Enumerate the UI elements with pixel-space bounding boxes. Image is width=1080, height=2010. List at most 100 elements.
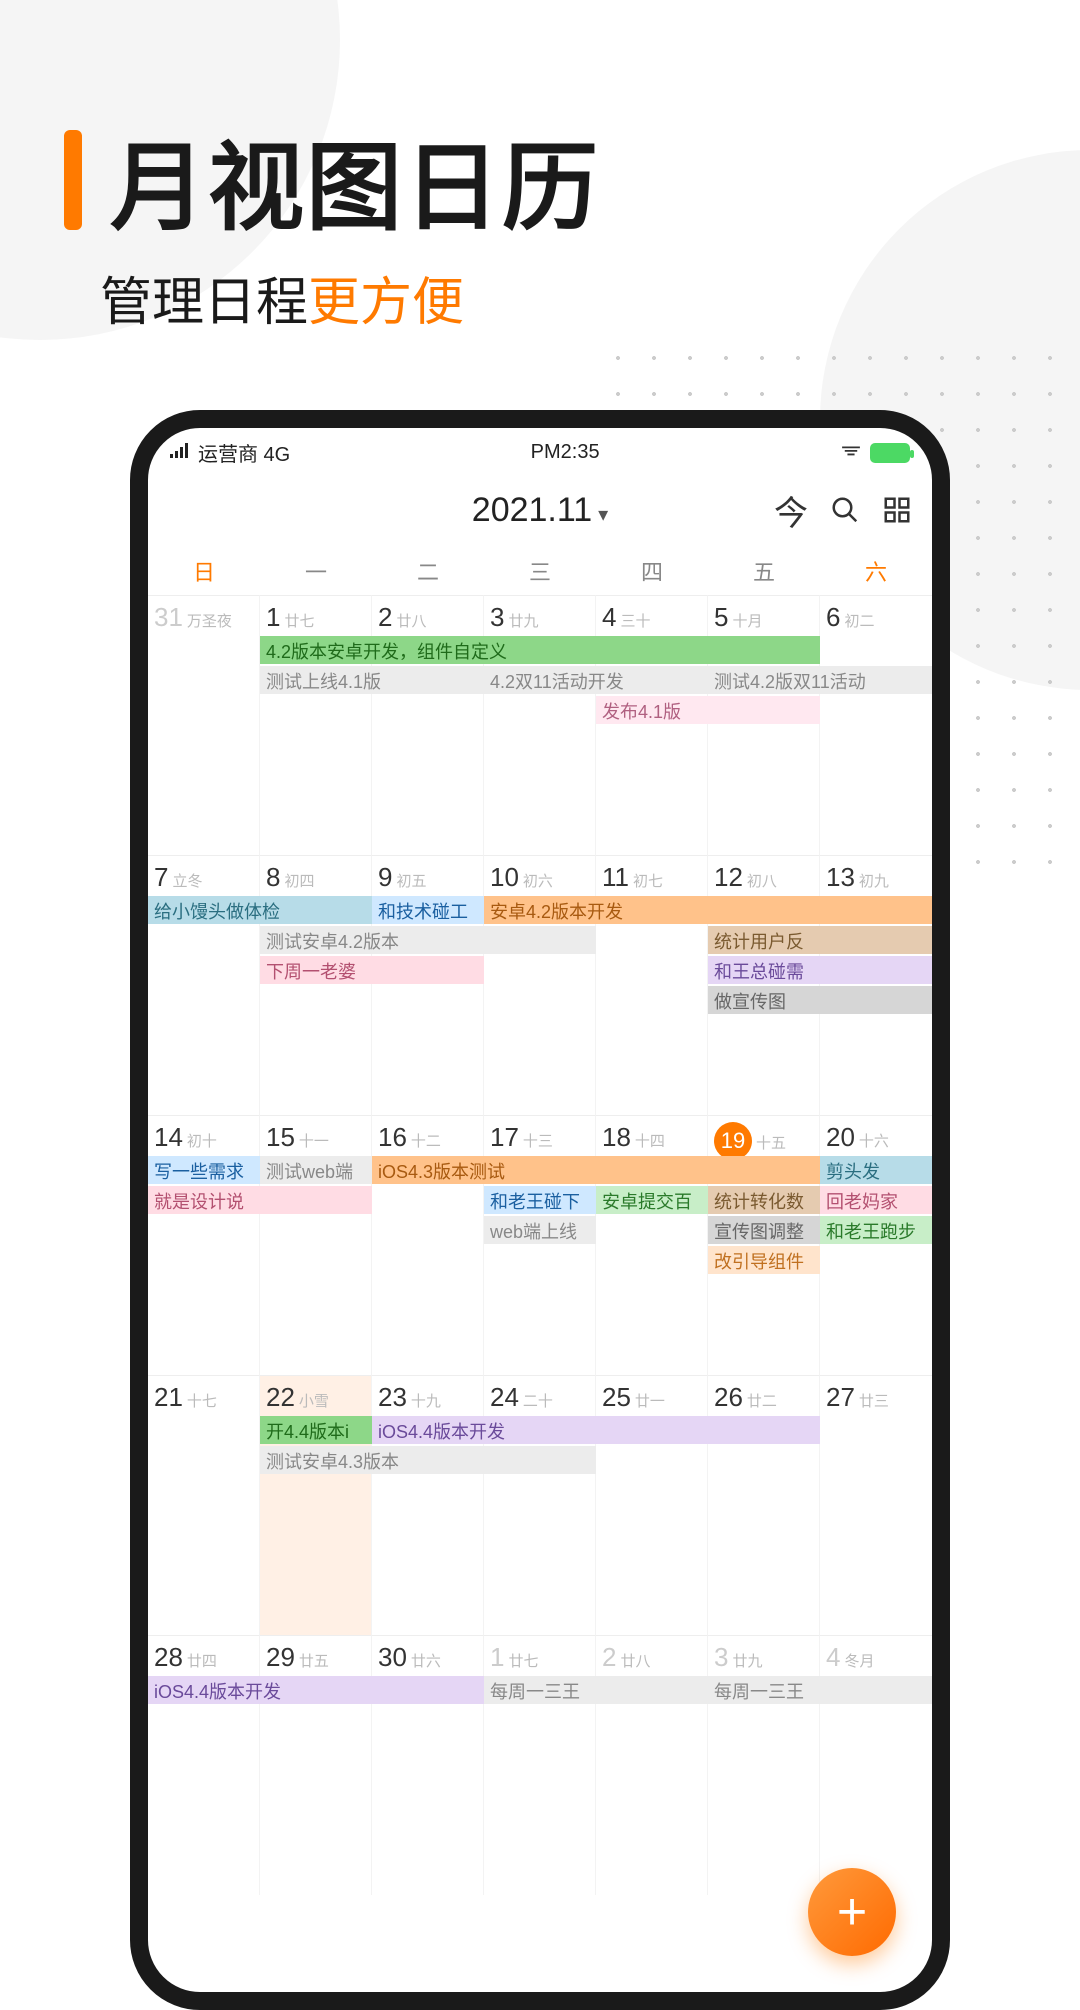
day-cell[interactable]: 13初九	[820, 855, 932, 1115]
day-cell[interactable]: 1廿七每周一三王	[484, 1635, 596, 1895]
lunar-label: 二十	[523, 1390, 553, 1411]
calendar-event[interactable]: 宣传图调整	[708, 1216, 820, 1244]
day-cell[interactable]: 26廿二	[708, 1375, 820, 1635]
weekday-label: 六	[820, 555, 932, 587]
accent-bar	[64, 130, 82, 230]
day-cell[interactable]: 5十月测试4.2版双11活动	[708, 595, 820, 855]
lunar-label: 廿八	[396, 610, 426, 631]
calendar-event[interactable]: 和老王跑步	[820, 1216, 932, 1244]
calendar-event[interactable]: 测试上线4.1版	[260, 666, 484, 694]
calendar-event[interactable]: 测试web端	[260, 1156, 372, 1184]
day-cell[interactable]: 23十九iOS4.4版本开发	[372, 1375, 484, 1635]
calendar-event[interactable]: 统计用户反	[708, 926, 932, 954]
day-cell[interactable]: 24二十	[484, 1375, 596, 1635]
calendar-event[interactable]: 和王总碰需	[708, 956, 932, 984]
day-cell[interactable]: 29廿五	[260, 1635, 372, 1895]
calendar-event[interactable]: 发布4.1版	[596, 696, 820, 724]
calendar-event[interactable]: 4.2版本安卓开发，组件自定义	[260, 636, 820, 664]
day-number: 3	[490, 602, 504, 633]
calendar-event[interactable]: 安卓提交百	[596, 1186, 708, 1214]
day-cell[interactable]: 31万圣夜	[148, 595, 260, 855]
calendar-event[interactable]: 下周一老婆	[260, 956, 484, 984]
day-cell[interactable]: 12初八统计用户反和王总碰需做宣传图	[708, 855, 820, 1115]
calendar-event[interactable]: 每周一三王	[708, 1676, 932, 1704]
calendar-event[interactable]: 和老王碰下	[484, 1186, 596, 1214]
day-cell[interactable]: 21十七	[148, 1375, 260, 1635]
day-cell[interactable]: 19十五统计转化数宣传图调整改引导组件	[708, 1115, 820, 1375]
day-cell[interactable]: 3廿九4.2双11活动开发	[484, 595, 596, 855]
day-cell[interactable]: 10初六安卓4.2版本开发	[484, 855, 596, 1115]
day-cell[interactable]: 7立冬给小馒头做体检	[148, 855, 260, 1115]
calendar-event[interactable]: 安卓4.2版本开发	[484, 896, 932, 924]
day-number: 7	[154, 862, 168, 893]
day-cell[interactable]: 4三十发布4.1版	[596, 595, 708, 855]
calendar-event[interactable]: iOS4.3版本测试	[372, 1156, 820, 1184]
day-cell[interactable]: 11初七	[596, 855, 708, 1115]
day-cell[interactable]: 1廿七4.2版本安卓开发，组件自定义测试上线4.1版	[260, 595, 372, 855]
day-cell[interactable]: 2廿八	[372, 595, 484, 855]
day-cell[interactable]: 27廿三	[820, 1375, 932, 1635]
day-cell[interactable]: 22小雪开4.4版本i测试安卓4.3版本	[260, 1375, 372, 1635]
calendar-event[interactable]: web端上线	[484, 1216, 596, 1244]
search-icon[interactable]	[830, 495, 860, 525]
day-cell[interactable]: 28廿四iOS4.4版本开发	[148, 1635, 260, 1895]
day-cell[interactable]: 4冬月	[820, 1635, 932, 1895]
day-cell[interactable]: 18十四安卓提交百	[596, 1115, 708, 1375]
day-number: 27	[826, 1382, 855, 1413]
lunar-label: 十三	[523, 1130, 553, 1151]
day-number: 16	[378, 1122, 407, 1153]
day-number: 23	[378, 1382, 407, 1413]
calendar-event[interactable]: 测试安卓4.2版本	[260, 926, 596, 954]
day-number: 12	[714, 862, 743, 893]
day-cell[interactable]: 2廿八	[596, 1635, 708, 1895]
day-cell[interactable]: 25廿一	[596, 1375, 708, 1635]
view-switch-icon[interactable]	[882, 495, 912, 525]
day-number: 20	[826, 1122, 855, 1153]
calendar-event[interactable]: 做宣传图	[708, 986, 932, 1014]
calendar-event[interactable]: 测试4.2版双11活动	[708, 666, 932, 694]
lunar-label: 十六	[859, 1130, 889, 1151]
day-number: 1	[490, 1642, 504, 1673]
calendar-event[interactable]: 和技术碰工	[372, 896, 484, 924]
day-cell[interactable]: 17十三和老王碰下web端上线	[484, 1115, 596, 1375]
day-cell[interactable]: 30廿六	[372, 1635, 484, 1895]
lunar-label: 初四	[284, 870, 314, 891]
calendar-event[interactable]: iOS4.4版本开发	[148, 1676, 484, 1704]
lunar-label: 初十	[187, 1130, 217, 1151]
today-button[interactable]: 今	[774, 486, 808, 535]
calendar-event[interactable]: 统计转化数	[708, 1186, 820, 1214]
day-cell[interactable]: 15十一测试web端	[260, 1115, 372, 1375]
add-button[interactable]: +	[808, 1868, 896, 1956]
month-label: 2021.11	[472, 491, 592, 529]
calendar-event[interactable]: 剪头发	[820, 1156, 932, 1184]
day-number: 3	[714, 1642, 728, 1673]
calendar-event[interactable]: 就是设计说	[148, 1186, 372, 1214]
calendar-event[interactable]: 每周一三王	[484, 1676, 708, 1704]
day-number: 6	[826, 602, 840, 633]
calendar-event[interactable]: 开4.4版本i	[260, 1416, 372, 1444]
day-cell[interactable]: 14初十写一些需求就是设计说	[148, 1115, 260, 1375]
lunar-label: 万圣夜	[187, 610, 232, 631]
day-number: 18	[602, 1122, 631, 1153]
lunar-label: 廿四	[187, 1650, 217, 1671]
day-cell[interactable]: 6初二	[820, 595, 932, 855]
calendar-event[interactable]: 回老妈家	[820, 1186, 932, 1214]
day-number: 31	[154, 602, 183, 633]
day-cell[interactable]: 16十二iOS4.3版本测试	[372, 1115, 484, 1375]
day-cell[interactable]: 20十六剪头发回老妈家和老王跑步	[820, 1115, 932, 1375]
calendar-event[interactable]: 改引导组件	[708, 1246, 820, 1274]
subtitle-orange: 更方便	[308, 274, 464, 332]
calendar-event[interactable]: 写一些需求	[148, 1156, 260, 1184]
calendar-event[interactable]: 4.2双11活动开发	[484, 666, 708, 694]
month-selector[interactable]: 2021.11▾	[472, 491, 608, 530]
lunar-label: 廿九	[508, 610, 538, 631]
calendar-event[interactable]: iOS4.4版本开发	[372, 1416, 820, 1444]
lunar-label: 初二	[844, 610, 874, 631]
calendar-grid: 31万圣夜1廿七4.2版本安卓开发，组件自定义测试上线4.1版2廿八3廿九4.2…	[148, 595, 932, 1895]
weekday-label: 一	[260, 555, 372, 587]
day-cell[interactable]: 8初四测试安卓4.2版本下周一老婆	[260, 855, 372, 1115]
day-cell[interactable]: 9初五和技术碰工	[372, 855, 484, 1115]
day-cell[interactable]: 3廿九每周一三王	[708, 1635, 820, 1895]
calendar-event[interactable]: 给小馒头做体检	[148, 896, 372, 924]
calendar-event[interactable]: 测试安卓4.3版本	[260, 1446, 596, 1474]
